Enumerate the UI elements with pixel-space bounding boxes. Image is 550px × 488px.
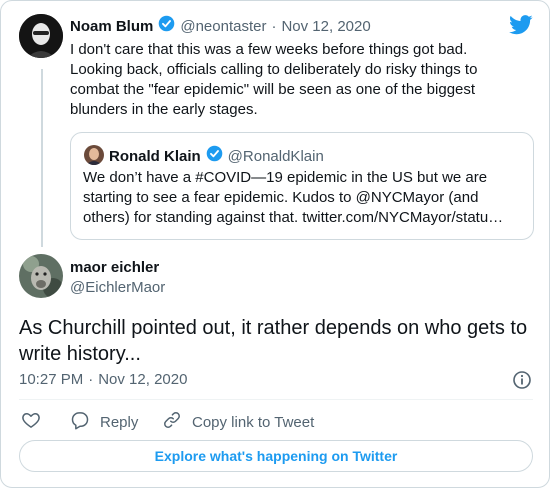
main-time: 10:27 PM	[19, 371, 84, 388]
like-button[interactable]	[21, 410, 41, 434]
main-tweet-text: As Churchill pointed out, it rather depe…	[19, 317, 528, 365]
link-icon	[162, 410, 182, 434]
thread-connector-line	[41, 69, 43, 247]
reply-label: Reply	[100, 413, 139, 431]
parent-handle[interactable]: @neontaster	[180, 18, 266, 35]
main-tweet-timestamp[interactable]: 10:27 PM · Nov 12, 2020	[19, 371, 187, 388]
twitter-bird-icon[interactable]	[509, 15, 533, 35]
main-handle[interactable]: @EichlerMaor	[70, 279, 165, 296]
verified-badge-icon	[158, 15, 175, 37]
quoted-handle: @RonaldKlain	[227, 147, 324, 165]
parent-author-name[interactable]: Noam Blum	[70, 18, 153, 35]
quoted-tweet-card[interactable]: Ronald Klain @RonaldKlain We don’t have …	[70, 132, 534, 240]
maor-eichler-avatar[interactable]	[19, 254, 63, 298]
parent-date[interactable]: Nov 12, 2020	[281, 18, 370, 35]
explore-button-label: Explore what's happening on Twitter	[154, 448, 398, 464]
parent-tweet-header: Noam Blum @neontaster · Nov 12, 2020	[70, 15, 371, 37]
tweet-embed-card: Noam Blum @neontaster · Nov 12, 2020 I d…	[0, 0, 550, 488]
main-date: Nov 12, 2020	[98, 371, 188, 388]
quoted-author-name: Ronald Klain	[109, 147, 201, 165]
reply-bubble-icon	[70, 410, 90, 434]
main-separator: ·	[88, 371, 94, 388]
copy-link-label: Copy link to Tweet	[192, 413, 315, 431]
heart-icon	[21, 410, 41, 434]
copy-link-button[interactable]: Copy link to Tweet	[162, 410, 314, 434]
ronald-klain-avatar	[84, 145, 104, 165]
quoted-tweet-header: Ronald Klain @RonaldKlain	[109, 145, 324, 167]
noam-blum-avatar[interactable]	[19, 14, 63, 58]
parent-tweet-text: I don't care that this was a few weeks b…	[70, 41, 478, 118]
reply-button[interactable]: Reply	[70, 410, 138, 434]
info-icon[interactable]	[512, 370, 532, 390]
actions-divider	[19, 399, 533, 400]
parent-separator: ·	[271, 17, 277, 35]
explore-twitter-button[interactable]: Explore what's happening on Twitter	[19, 440, 533, 472]
main-author-name[interactable]: maor eichler	[70, 259, 159, 276]
quoted-tweet-text: We don’t have a #COVID—19 epidemic in th…	[83, 169, 504, 226]
verified-badge-icon	[206, 145, 223, 167]
